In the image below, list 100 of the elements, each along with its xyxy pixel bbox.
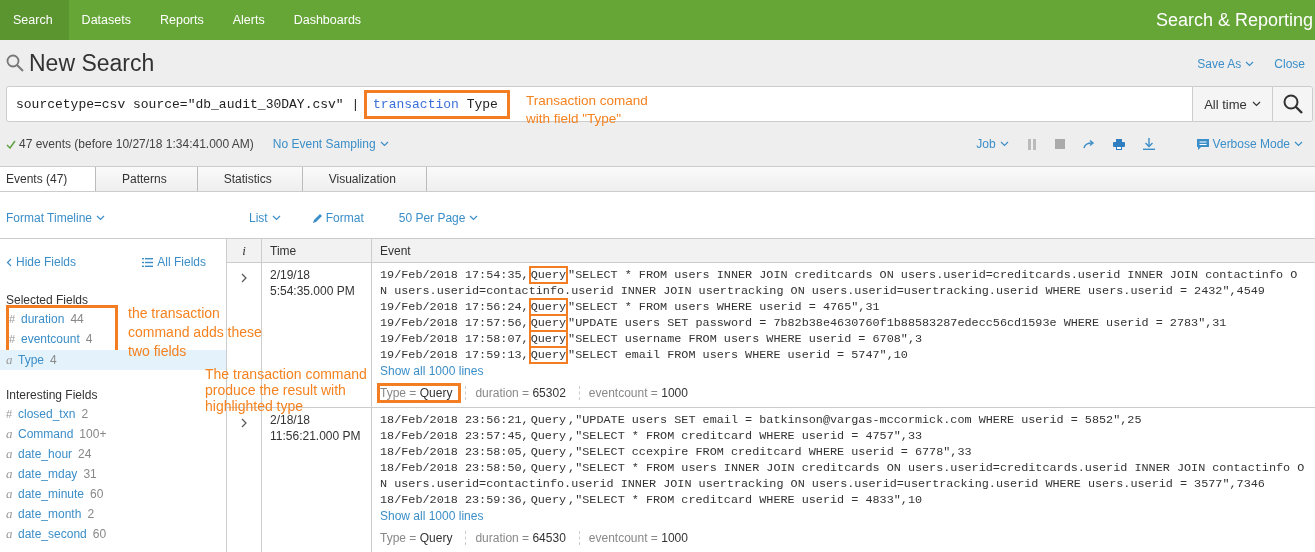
event-line: 19/Feb/2018 17:56:24, Query "SELECT * FROM users WHERE userid = 4765",31: [380, 299, 881, 315]
event-line: 19/Feb/2018 17:58:07, Query "SELECT username FROM users WHERE userid = 6708",3: [380, 331, 924, 347]
time-range-button[interactable]: All time: [1192, 87, 1272, 121]
pause-icon: [1026, 138, 1037, 150]
chevron-down-icon: [1251, 101, 1261, 107]
nav-tab[interactable]: Search: [0, 0, 69, 40]
field-name: date_month: [18, 507, 82, 521]
field-name: duration: [21, 312, 65, 326]
event-line: 18/Feb/2018 23:56:21, Query ,"UPDATE users SET email = batkinson@vargas-mccormick.com WHERE userid = 5852",25: [380, 412, 1143, 428]
nav-tab[interactable]: Datasets: [68, 0, 147, 40]
event-field[interactable]: eventcount = 1000: [585, 383, 697, 403]
download-icon: [1142, 138, 1155, 150]
field-count: 4: [85, 332, 93, 346]
field-name: eventcount: [21, 332, 80, 346]
field-count: 24: [78, 447, 92, 461]
field-count: 60: [90, 487, 104, 501]
format-button[interactable]: Format: [312, 211, 364, 225]
search-field[interactable]: sourcetype=csv source="db_audit_30DAY.csv" | transaction Type: [7, 87, 510, 121]
event-line: 18/Feb/2018 23:58:50, Query ,"SELECT * FROM users INNER JOIN creditcards ON users.userid=creditcards.userid INNER JOIN contactinfo O: [380, 460, 1306, 476]
show-all-lines-link[interactable]: Show all 1000 lines: [380, 363, 484, 379]
search-button[interactable]: [1272, 87, 1312, 121]
tab[interactable]: Visualization: [302, 167, 427, 191]
field-name: date_mday: [18, 467, 78, 481]
all-fields-link[interactable]: All Fields: [142, 249, 206, 275]
field-type-icon: a: [6, 526, 12, 542]
column-header[interactable]: i: [227, 239, 262, 262]
close-link[interactable]: Close: [1274, 57, 1305, 71]
field-name: Type: [18, 353, 44, 367]
column-header[interactable]: Time: [262, 239, 372, 262]
field-count: 100+: [79, 427, 107, 441]
stop-icon: [1054, 139, 1065, 149]
pencil-icon: [312, 213, 322, 223]
comment-icon: [1196, 138, 1209, 150]
field-count: 2: [81, 407, 89, 421]
expand-icon: [241, 418, 247, 428]
save-as-link[interactable]: Save As: [1197, 57, 1255, 71]
event-line: 19/Feb/2018 17:57:56, Query "UPDATE users SET password = 7b82b38e4630760f1b88583287edecc56cd1593e WHERE userid = 2783",31: [380, 315, 1228, 331]
event-line: 18/Feb/2018 23:57:45, Query ,"SELECT * FROM creditcard WHERE userid = 4757",33: [380, 428, 924, 444]
field-name: date_second: [18, 527, 87, 541]
check-icon: [6, 139, 16, 149]
event-field[interactable]: Type = Query: [377, 383, 462, 403]
event-time: 5:54:35.000 PM: [270, 283, 356, 299]
field-name: date_minute: [18, 487, 85, 501]
field-type-icon: a: [6, 486, 12, 502]
page-title: New Search: [29, 49, 155, 77]
field-item[interactable]: a date_month 2: [0, 504, 226, 524]
nav-tab[interactable]: Dashboards: [280, 0, 378, 40]
event-field[interactable]: duration = 64530: [472, 528, 575, 548]
field-type-icon: a: [6, 446, 12, 462]
field-name: closed_txn: [18, 407, 76, 421]
chevron-left-icon: [6, 257, 12, 267]
timeline-format-dropdown[interactable]: Format Timeline: [6, 211, 106, 225]
mode-dropdown[interactable]: Verbose Mode: [1196, 137, 1303, 151]
field-item[interactable]: # eventcount 4: [6, 329, 115, 349]
event-line: 19/Feb/2018 17:59:13, Query "SELECT email FROM users WHERE userid = 5747",10: [380, 347, 909, 363]
field-item[interactable]: a Command 100+: [0, 424, 226, 444]
show-all-lines-link[interactable]: Show all 1000 lines: [380, 508, 484, 524]
list-icon: [142, 257, 154, 267]
job-menu[interactable]: Job: [976, 137, 1009, 151]
tab[interactable]: Patterns: [96, 167, 198, 191]
chevron-down-icon: [1294, 141, 1303, 147]
event-date: 2/18/18: [270, 413, 312, 428]
annotation-note: Transaction comand with field "Type": [525, 92, 649, 128]
event-field[interactable]: Type = Query: [377, 528, 462, 548]
print-icon: [1112, 138, 1125, 150]
search-icon: [1282, 94, 1303, 114]
field-item[interactable]: a date_hour 24: [0, 444, 226, 464]
event-line: 18/Feb/2018 23:59:36, Query ,"SELECT * FROM creditcard WHERE userid = 4833",10: [380, 492, 924, 508]
field-type-icon: a: [6, 506, 12, 522]
view-dropdown[interactable]: List: [249, 211, 281, 225]
hide-fields-link[interactable]: Hide Fields: [6, 249, 77, 275]
sampling-dropdown[interactable]: No Event Sampling: [272, 137, 389, 151]
column-header[interactable]: Event: [372, 239, 1315, 262]
event-line: 18/Feb/2018 23:58:05, Query ,"SELECT ccexpire FROM creditcard WHERE userid = 6778",33: [380, 444, 973, 460]
field-item[interactable]: a date_minute 60: [0, 484, 226, 504]
field-item[interactable]: a date_mday 31: [0, 464, 226, 484]
field-item[interactable]: a date_second 60: [0, 524, 226, 544]
chevron-down-icon: [999, 141, 1009, 147]
event-line: 19/Feb/2018 17:54:35, Query "SELECT * FROM users INNER JOIN creditcards ON users.userid=creditcards.userid INNER JOIN contactinfo O: [380, 267, 1299, 283]
chevron-down-icon: [96, 215, 106, 221]
event-line: N users.userid=contactinfo.userid INNER JOIN usertracking ON users.userid=usertracking.userid WHERE users.userid = 2432",4549: [380, 283, 1266, 299]
nav-tab[interactable]: Reports: [146, 0, 220, 40]
tab[interactable]: Statistics: [197, 167, 303, 191]
chevron-down-icon: [469, 215, 479, 221]
event-time: 11:56:21.000 PM: [270, 428, 362, 444]
field-item[interactable]: # duration 44: [6, 309, 115, 329]
field-name: Command: [18, 427, 74, 441]
event-field[interactable]: duration = 65302: [472, 383, 575, 403]
event-field[interactable]: eventcount = 1000: [585, 528, 697, 548]
nav-tab[interactable]: Alerts: [219, 0, 281, 40]
chevron-down-icon: [379, 141, 389, 147]
tab[interactable]: Events (47): [0, 167, 96, 191]
field-count: 31: [83, 467, 97, 481]
search-icon: [6, 54, 24, 72]
field-type-icon: #: [9, 333, 15, 345]
share-icon: [1082, 139, 1095, 149]
field-type-icon: a: [6, 466, 12, 482]
field-count: 2: [87, 507, 95, 521]
page-size-dropdown[interactable]: 50 Per Page: [398, 211, 479, 225]
event-count-text: 47 events (before 10/27/18 1:34:41.000 AM): [19, 137, 254, 151]
